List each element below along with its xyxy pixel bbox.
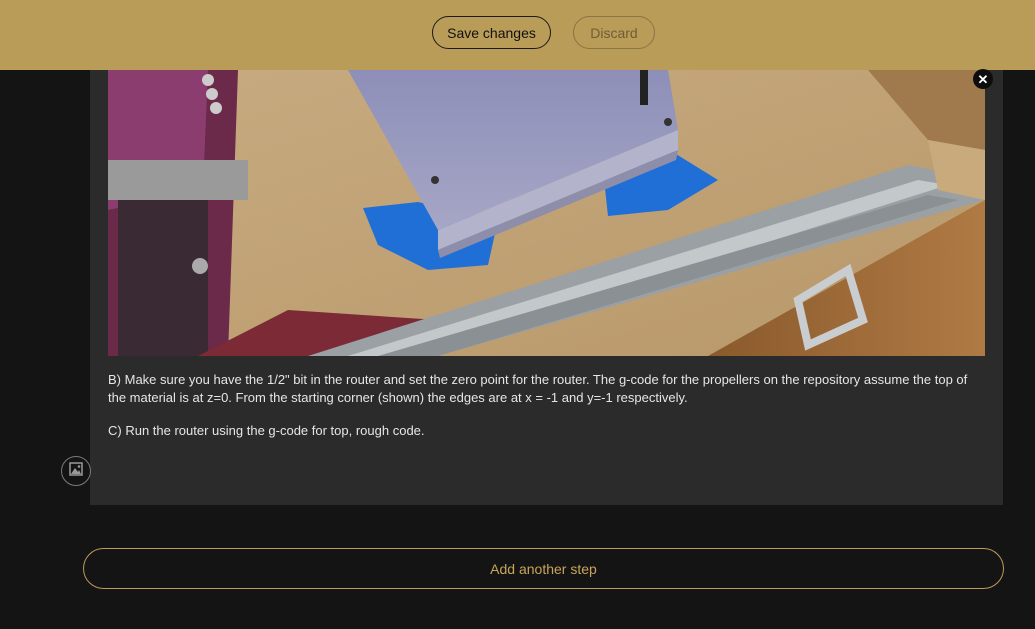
step-description[interactable]: B) Make sure you have the 1/2" bit in th…	[108, 371, 988, 455]
step-paragraph-c: C) Run the router using the g-code for t…	[108, 423, 425, 438]
add-another-step-button[interactable]: Add another step	[83, 548, 1004, 589]
remove-photo-button[interactable]: ✕	[973, 69, 993, 89]
step-paragraph-b: B) Make sure you have the 1/2" bit in th…	[108, 372, 968, 405]
add-image-button[interactable]	[61, 456, 91, 486]
edit-toolbar: Save changes Discard	[0, 0, 1035, 70]
save-changes-button[interactable]: Save changes	[432, 16, 551, 49]
discard-button[interactable]: Discard	[573, 16, 655, 49]
close-icon: ✕	[977, 71, 989, 87]
image-icon	[69, 461, 83, 481]
step-photo	[108, 70, 985, 356]
